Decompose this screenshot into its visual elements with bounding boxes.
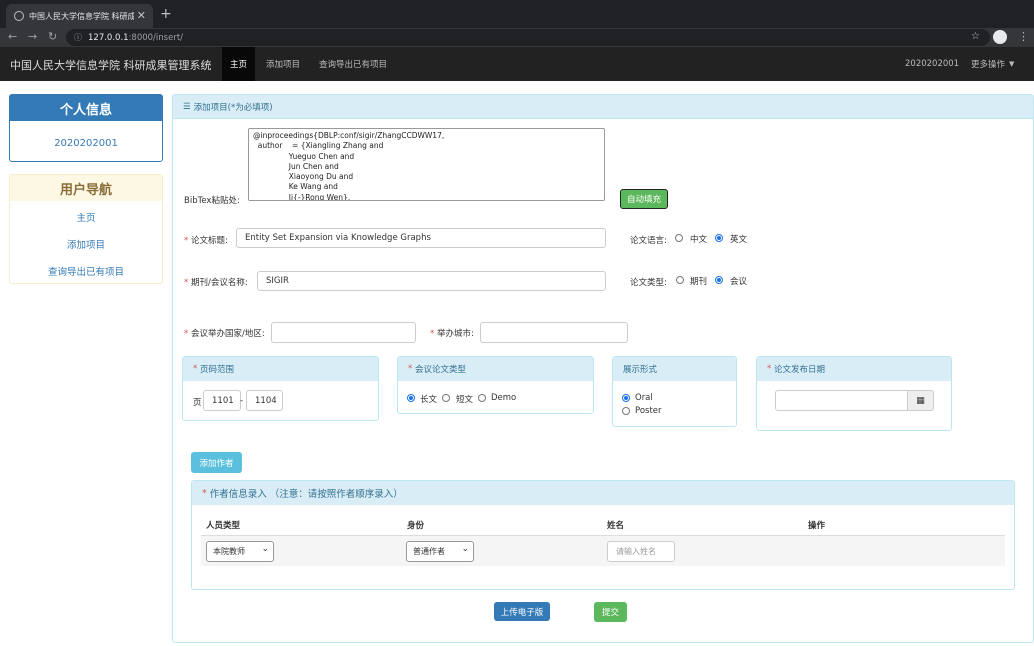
paper-type-label: 论文类型: — [630, 278, 667, 288]
venue-input[interactable]: SIGIR — [257, 271, 606, 291]
lang-en-radio[interactable] — [715, 234, 723, 242]
add-author-button[interactable]: 添加作者 — [191, 452, 242, 473]
url-field[interactable]: ⓘ 127.0.0.1:8000/insert/ ☆ — [66, 29, 990, 46]
nav-more-label: 更多操作 — [971, 60, 1006, 70]
reload-icon[interactable]: ↻ — [48, 30, 57, 43]
account-icon[interactable] — [993, 30, 1007, 44]
caret-down-icon: ▼ — [1009, 60, 1015, 68]
bibtex-label: BibTex粘贴处: — [184, 196, 240, 206]
upload-button[interactable]: 上传电子版 — [494, 602, 550, 621]
page-from-input[interactable]: 1101 — [203, 390, 241, 411]
close-tab-icon[interactable]: ✕ — [137, 9, 146, 22]
col-person-type: 人员类型 — [206, 521, 241, 531]
user-nav-title: 用户导航 — [10, 175, 162, 201]
add-project-header: ☰ 添加项目(*为必填项) — [173, 95, 1033, 119]
user-info-title: 个人信息 — [10, 95, 162, 121]
type-conf-label: 会议 — [730, 277, 748, 287]
conf-demo-label: Demo — [491, 393, 517, 403]
nav-user[interactable]: 2020202001 — [897, 47, 967, 81]
col-actions: 操作 — [808, 521, 826, 531]
language-label: 论文语言: — [630, 236, 667, 246]
pages-panel: * 页码范围 — [182, 356, 379, 421]
submit-button[interactable]: 提交 — [594, 602, 627, 622]
user-nav-panel: 用户导航 主页 添加项目 查询导出已有项目 — [9, 174, 163, 284]
nav-add-project[interactable]: 添加项目 — [258, 47, 308, 81]
nav-more-dropdown[interactable]: 更多操作 ▼ — [963, 47, 1022, 81]
add-project-title: 添加项目(*为必填项) — [193, 102, 273, 113]
url-path: :8000/insert/ — [128, 32, 184, 43]
conf-type-header: * 会议论文类型 — [398, 357, 593, 381]
side-link-query[interactable]: 查询导出已有项目 — [10, 264, 162, 278]
side-link-home[interactable]: 主页 — [10, 210, 162, 224]
lang-zh-label: 中文 — [690, 235, 708, 245]
display-header: 展示形式 — [613, 357, 736, 381]
autofill-button[interactable]: 自动填充 — [620, 189, 668, 209]
type-conf-radio[interactable] — [715, 276, 723, 284]
pages-header: * 页码范围 — [183, 357, 378, 381]
navbar: 中国人民大学信息学院 科研成果管理系统 主页 添加项目 查询导出已有项目 202… — [0, 47, 1034, 81]
chevron-down-icon: ⌄ — [261, 544, 269, 554]
conf-short-label: 短文 — [456, 395, 474, 405]
browser-tab[interactable]: 中国人民大学信息学院 科研成果 ✕ — [6, 4, 153, 28]
country-input[interactable] — [271, 322, 416, 343]
nav-query-export[interactable]: 查询导出已有项目 — [311, 47, 395, 81]
menu-icon[interactable]: ⋮ — [1018, 30, 1029, 43]
role-value: 普通作者 — [413, 547, 445, 556]
page-to-input[interactable]: 1104 — [246, 390, 283, 411]
conf-short-radio[interactable] — [442, 394, 450, 402]
tab-title: 中国人民大学信息学院 科研成果 — [29, 11, 134, 21]
forward-icon[interactable]: → — [28, 30, 37, 43]
new-tab-icon[interactable]: + — [160, 6, 172, 22]
author-panel-header: * 作者信息录入 （注意：请按照作者顺序录入） — [192, 481, 1014, 505]
chevron-down-icon: ⌄ — [461, 544, 469, 554]
display-poster-label: Poster — [635, 406, 662, 416]
person-type-select[interactable]: 本院教师 ⌄ — [206, 541, 274, 562]
display-poster-radio[interactable] — [622, 407, 630, 415]
globe-icon — [14, 11, 24, 21]
type-journal-label: 期刊 — [690, 277, 708, 287]
author-name-input[interactable]: 请输入姓名 — [607, 541, 675, 562]
conf-demo-radio[interactable] — [478, 394, 486, 402]
lang-zh-radio[interactable] — [675, 234, 683, 242]
publish-date-header: * 论文发布日期 — [757, 357, 951, 381]
nav-home[interactable]: 主页 — [222, 47, 256, 81]
star-icon[interactable]: ☆ — [971, 31, 980, 42]
venue-label: * 期刊/会议名称: — [184, 278, 248, 288]
person-type-value: 本院教师 — [213, 547, 245, 556]
url-host: 127.0.0.1 — [88, 32, 129, 43]
address-bar: ← → ↻ ⓘ 127.0.0.1:8000/insert/ ☆ — [0, 28, 1034, 47]
role-select[interactable]: 普通作者 ⌄ — [406, 541, 474, 562]
paper-title-input[interactable]: Entity Set Expansion via Knowledge Graph… — [236, 228, 606, 248]
display-oral-label: Oral — [635, 393, 653, 403]
user-id: 2020202001 — [54, 138, 118, 149]
city-label: * 举办城市: — [430, 329, 474, 339]
publish-date-input[interactable] — [775, 390, 908, 411]
brand[interactable]: 中国人民大学信息学院 科研成果管理系统 — [10, 57, 212, 73]
page-separator: - — [240, 396, 244, 406]
user-info-panel: 个人信息 2020202001 — [9, 94, 163, 162]
info-icon: ⓘ — [74, 33, 82, 42]
browser-tabbar: 中国人民大学信息学院 科研成果 ✕ + — [0, 0, 1034, 28]
bibtex-textarea[interactable]: @inproceedings{DBLP:conf/sigir/ZhangCCDW… — [248, 128, 605, 201]
type-journal-radio[interactable] — [676, 276, 684, 284]
city-input[interactable] — [480, 322, 628, 343]
col-name: 姓名 — [607, 521, 625, 531]
country-label: * 会议举办国家/地区: — [184, 329, 265, 339]
conf-type-panel: * 会议论文类型 — [397, 356, 594, 414]
back-icon[interactable]: ← — [8, 30, 17, 43]
conf-long-radio[interactable] — [407, 394, 415, 402]
display-panel: 展示形式 — [612, 356, 737, 427]
list-icon: ☰ — [183, 101, 191, 112]
pages-prefix: 页 — [193, 398, 202, 408]
calendar-icon[interactable]: ▦ — [907, 390, 934, 411]
conf-long-label: 长文 — [420, 395, 438, 405]
lang-en-label: 英文 — [730, 235, 748, 245]
col-role: 身份 — [407, 521, 425, 531]
author-row — [201, 535, 1005, 566]
paper-title-label: * 论文标题: — [184, 236, 228, 246]
side-link-add[interactable]: 添加项目 — [10, 237, 162, 251]
display-oral-radio[interactable] — [622, 394, 630, 402]
